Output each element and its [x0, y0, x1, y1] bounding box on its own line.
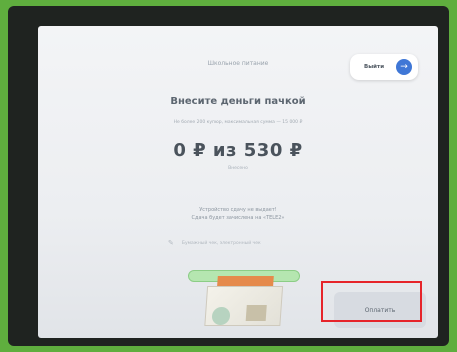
banknotes	[204, 286, 284, 326]
exit-button[interactable]: Выйти →	[350, 54, 418, 80]
notice-line-1: Устройство сдачу не выдает!	[199, 207, 277, 213]
page-title: Внесите деньги пачкой	[170, 96, 306, 107]
receipt-option[interactable]: ✎ Бумажный чек, электронный чек	[168, 238, 261, 248]
arrow-right-icon: →	[396, 59, 412, 75]
amount-caption: Внесено	[228, 166, 248, 171]
receipt-text: Бумажный чек, электронный чек	[181, 240, 261, 246]
amount-display: 0 ₽ из 530 ₽	[173, 140, 303, 161]
limit-text: Не более 200 купюр, максимальная сумма —…	[173, 120, 303, 125]
pencil-icon: ✎	[168, 239, 174, 247]
banknote-mark	[211, 307, 231, 325]
change-notice: Устройство сдачу не выдает! Сдача будет …	[38, 206, 438, 222]
exit-button-label: Выйти	[364, 64, 385, 70]
highlight-box	[321, 281, 422, 322]
banknote-stack-icon	[204, 276, 284, 328]
notice-line-2: Сдача будет зачислена на «TELE2»	[191, 215, 285, 221]
banknote-mark-2	[245, 305, 267, 321]
